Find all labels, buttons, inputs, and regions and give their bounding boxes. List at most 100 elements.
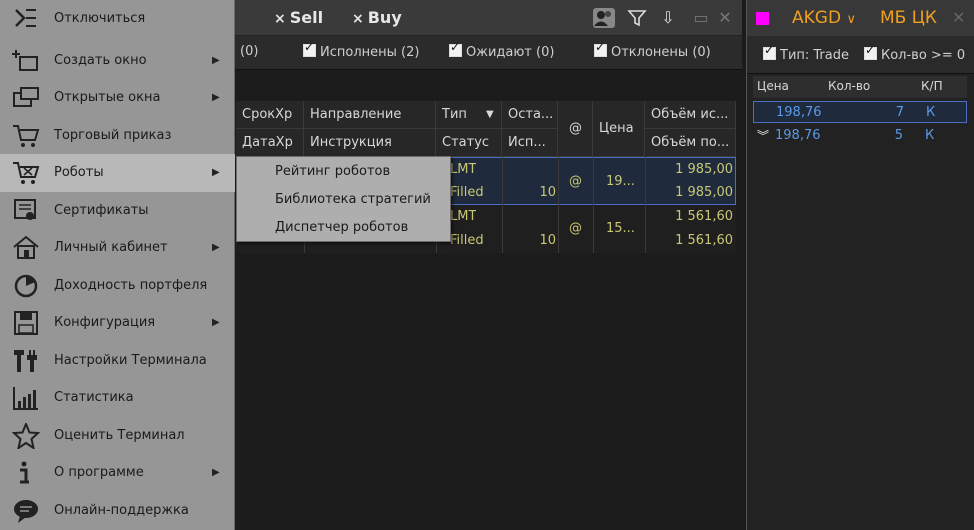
menu-item-rate-terminal[interactable]: Оценить Терминал: [0, 417, 235, 455]
column-divider: [593, 157, 594, 253]
trades-table-header: Цена Кол-во К/П: [753, 76, 967, 98]
robots-submenu: Рейтинг роботов Библиотека стратегий Дис…: [236, 156, 451, 242]
menu-item-disconnect[interactable]: Отключиться: [0, 0, 235, 38]
close-window-icon[interactable]: ✕: [952, 8, 965, 27]
filter-icon[interactable]: [626, 8, 648, 28]
order-type: LMT: [450, 162, 477, 177]
order-type: LMT: [450, 209, 477, 224]
col-header-expiry-date[interactable]: ДатаХр: [236, 129, 304, 157]
tab-buy[interactable]: × Buy: [352, 8, 402, 27]
col-header-type[interactable]: Тип ▼: [436, 101, 502, 129]
submenu-item-strategy-library[interactable]: Библиотека стратегий: [237, 186, 450, 214]
checkbox[interactable]: [449, 40, 462, 57]
order-status: Filled: [450, 233, 484, 248]
link-color-indicator[interactable]: [756, 12, 769, 25]
stats-icon: [12, 385, 40, 411]
filter-rejected[interactable]: Отклонены (0): [594, 40, 711, 60]
windows-icon: [12, 85, 40, 111]
menu-item-personal-cabinet[interactable]: Личный кабинет ▶: [0, 229, 235, 267]
order-at: @: [569, 174, 582, 189]
chevron-right-icon: ▶: [212, 317, 220, 328]
checkbox[interactable]: [864, 43, 877, 60]
sort-down-icon: ▼: [486, 109, 494, 120]
trades-window: AKGD ∨ МБ ЦК ✕ Тип: Trade Кол-во >= 0 Це…: [746, 0, 974, 530]
chevron-right-icon: ▶: [212, 467, 220, 478]
menu-item-certificates[interactable]: Сертификаты: [0, 192, 235, 230]
menu-item-portfolio-yield[interactable]: Доходность портфеля: [0, 267, 235, 305]
order-status: Filled: [450, 185, 484, 200]
robot-cart-icon: [12, 160, 40, 186]
home-icon: [12, 235, 40, 261]
chevron-right-icon: ▶: [212, 167, 220, 178]
submenu-item-robot-rating[interactable]: Рейтинг роботов: [237, 158, 450, 186]
col-header-status[interactable]: Статус: [436, 129, 502, 157]
submenu-item-robot-dispatcher[interactable]: Диспетчер роботов: [237, 214, 450, 242]
col-header-volume-full[interactable]: Объём по...: [645, 129, 736, 157]
floppy-icon: [12, 310, 40, 336]
chevron-right-icon: ▶: [212, 242, 220, 253]
order-price: 15...: [606, 221, 635, 236]
main-menu: Отключиться Создать окно ▶ Открытые окна…: [0, 0, 235, 530]
close-window-icon[interactable]: ✕: [714, 8, 736, 28]
users-icon[interactable]: [593, 8, 615, 28]
close-icon[interactable]: ×: [274, 11, 286, 27]
menu-item-trade-order[interactable]: Торговый приказ: [0, 117, 235, 155]
menu-item-robots[interactable]: Роботы ▶: [0, 154, 235, 192]
checkbox[interactable]: [763, 43, 776, 60]
disconnect-icon: [12, 6, 40, 32]
double-chevron-down-icon: ︾: [757, 129, 770, 143]
col-header-side[interactable]: К/П: [921, 79, 943, 93]
order-volume-full: 1 985,00: [675, 185, 733, 200]
pie-icon: [12, 273, 40, 299]
col-header-at[interactable]: @: [558, 101, 593, 157]
menu-item-configuration[interactable]: Конфигурация ▶: [0, 304, 235, 342]
menu-item-create-window[interactable]: Создать окно ▶: [0, 42, 235, 80]
checkbox[interactable]: [303, 40, 316, 57]
new-window-icon: [12, 48, 40, 74]
col-header-instruction[interactable]: Инструкция: [304, 129, 436, 157]
menu-item-about[interactable]: О программе ▶: [0, 454, 235, 492]
menu-item-statistics[interactable]: Статистика: [0, 379, 235, 417]
trades-titlebar: AKGD ∨ МБ ЦК ✕: [747, 0, 974, 36]
chevron-right-icon: ▶: [212, 92, 220, 103]
checkbox[interactable]: [594, 40, 607, 57]
order-volume-full: 1 561,60: [675, 233, 733, 248]
trades-filter-bar: Тип: Trade Кол-во >= 0: [747, 36, 974, 74]
star-icon: [11, 420, 41, 450]
tab-sell[interactable]: × Sell: [274, 8, 323, 27]
minimize-icon[interactable]: ▭: [690, 8, 712, 28]
col-header-direction[interactable]: Направление: [304, 101, 436, 129]
cart-icon: [12, 123, 40, 149]
filter-type[interactable]: Тип: Trade: [763, 43, 849, 63]
filter-qty[interactable]: Кол-во >= 0: [864, 43, 965, 63]
tools-icon: [12, 348, 40, 374]
close-icon[interactable]: ×: [352, 11, 364, 27]
order-volume-exec: 1 561,60: [675, 209, 733, 224]
chevron-down-icon: ∨: [846, 12, 856, 27]
trade-row[interactable]: ︾ 198,76 5 К: [753, 125, 967, 147]
col-header-volume-exec[interactable]: Объём ис...: [645, 101, 736, 129]
info-icon: [12, 460, 40, 486]
menu-item-open-windows[interactable]: Открытые окна ▶: [0, 79, 235, 117]
order-price: 19...: [606, 174, 635, 189]
col-header-executed[interactable]: Исп...: [502, 129, 558, 157]
filter-executed[interactable]: Исполнены (2): [303, 40, 419, 60]
chevron-right-icon: ▶: [212, 54, 220, 66]
order-volume-exec: 1 985,00: [675, 162, 733, 177]
col-header-expiry[interactable]: СрокХр: [236, 101, 304, 129]
download-icon[interactable]: ⇩: [657, 8, 679, 28]
filter-all[interactable]: (0): [240, 44, 258, 59]
order-at: @: [569, 221, 582, 236]
col-header-qty[interactable]: Кол-во: [828, 79, 870, 93]
exchange-label[interactable]: МБ ЦК: [880, 8, 937, 28]
menu-item-terminal-settings[interactable]: Настройки Терминала: [0, 342, 235, 380]
chat-icon: [12, 498, 40, 524]
menu-item-online-support[interactable]: Онлайн-поддержка: [0, 492, 235, 530]
col-header-price[interactable]: Цена: [757, 79, 789, 93]
symbol-selector[interactable]: AKGD ∨: [792, 8, 856, 28]
certificate-icon: [12, 198, 40, 224]
trade-row[interactable]: 198,76 7 К: [753, 101, 967, 123]
col-header-price[interactable]: Цена: [593, 101, 645, 157]
col-header-remaining[interactable]: Оста...: [502, 101, 558, 129]
filter-pending[interactable]: Ожидают (0): [449, 40, 554, 60]
